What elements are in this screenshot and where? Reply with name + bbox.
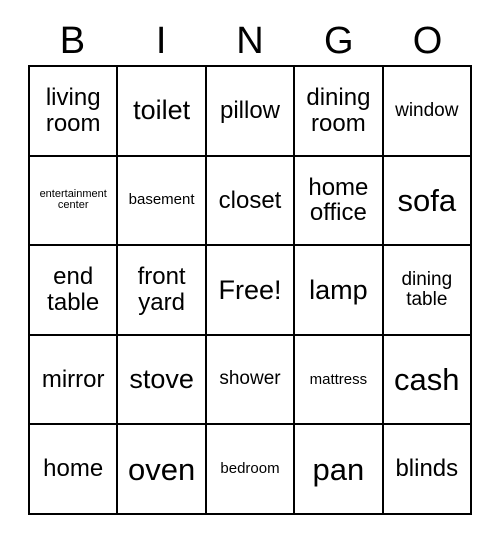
bingo-cell-label: bedroom [220, 460, 280, 478]
bingo-card: B I N G O living room toilet pillow dini… [0, 0, 501, 544]
bingo-cell[interactable]: home office [295, 156, 384, 247]
bingo-cell-label: toilet [133, 95, 191, 126]
bingo-cell[interactable]: stove [118, 335, 207, 426]
bingo-cell[interactable]: home [30, 425, 119, 515]
bingo-cell[interactable]: blinds [383, 425, 472, 515]
bingo-cell-label: dining room [306, 84, 371, 137]
bingo-cell-label: basement [128, 191, 195, 209]
bingo-header-letter-g: G [324, 19, 354, 62]
bingo-cell-label: mirror [41, 365, 105, 393]
bingo-cell[interactable]: oven [118, 425, 207, 515]
bingo-cell[interactable]: dining table [383, 246, 472, 336]
bingo-cell-label: dining table [401, 268, 453, 310]
bingo-cell[interactable]: cash [383, 335, 472, 426]
bingo-cell[interactable]: mattress [295, 335, 384, 426]
bingo-cell-label: pillow [219, 96, 280, 124]
bingo-cell-free[interactable]: Free! [206, 246, 296, 336]
bingo-cell[interactable]: front yard [118, 246, 207, 336]
bingo-cell-label: end table [47, 263, 100, 316]
bingo-cell-label: living room [45, 84, 101, 137]
bingo-cell[interactable]: mirror [30, 335, 119, 426]
bingo-cell[interactable]: shower [206, 335, 296, 426]
bingo-header-letter-o: O [412, 19, 443, 62]
bingo-cell[interactable]: basement [118, 156, 207, 247]
bingo-cell-label: pan [312, 451, 365, 487]
bingo-cell[interactable]: end table [30, 246, 119, 336]
bingo-cell[interactable]: lamp [295, 246, 384, 336]
bingo-cell-label: sofa [397, 182, 457, 218]
bingo-cell-label: shower [219, 368, 281, 390]
bingo-cell-label: oven [127, 451, 196, 487]
bingo-grid: living room toilet pillow dining room wi… [28, 65, 472, 515]
bingo-cell-label: entertainment center [39, 187, 107, 212]
bingo-header-row: B I N G O [28, 16, 472, 65]
bingo-cell-label: front yard [137, 263, 186, 316]
bingo-header-letter-i: I [155, 19, 167, 62]
bingo-cell-label: home [43, 455, 104, 483]
bingo-cell[interactable]: entertainment center [30, 156, 119, 247]
bingo-cell-label: closet [218, 186, 282, 214]
bingo-cell[interactable]: pillow [206, 67, 296, 157]
bingo-cell[interactable]: living room [30, 67, 119, 157]
bingo-cell[interactable]: window [383, 67, 472, 157]
bingo-cell-label: cash [394, 362, 460, 398]
bingo-cell-label: mattress [309, 370, 368, 388]
bingo-cell[interactable]: bedroom [206, 425, 296, 515]
bingo-cell[interactable]: pan [295, 425, 384, 515]
bingo-cell[interactable]: toilet [118, 67, 207, 157]
bingo-cell-label: Free! [218, 274, 282, 305]
bingo-cell-label: blinds [395, 455, 459, 483]
bingo-header-letter-n: N [236, 19, 264, 62]
bingo-cell[interactable]: sofa [383, 156, 472, 247]
bingo-cell[interactable]: closet [206, 156, 296, 247]
bingo-header-letter-b: B [59, 19, 86, 62]
bingo-cell-label: lamp [309, 274, 368, 305]
bingo-cell[interactable]: dining room [295, 67, 384, 157]
bingo-cell-label: window [395, 99, 459, 121]
bingo-cell-label: stove [129, 364, 194, 395]
bingo-cell-label: home office [308, 173, 369, 227]
